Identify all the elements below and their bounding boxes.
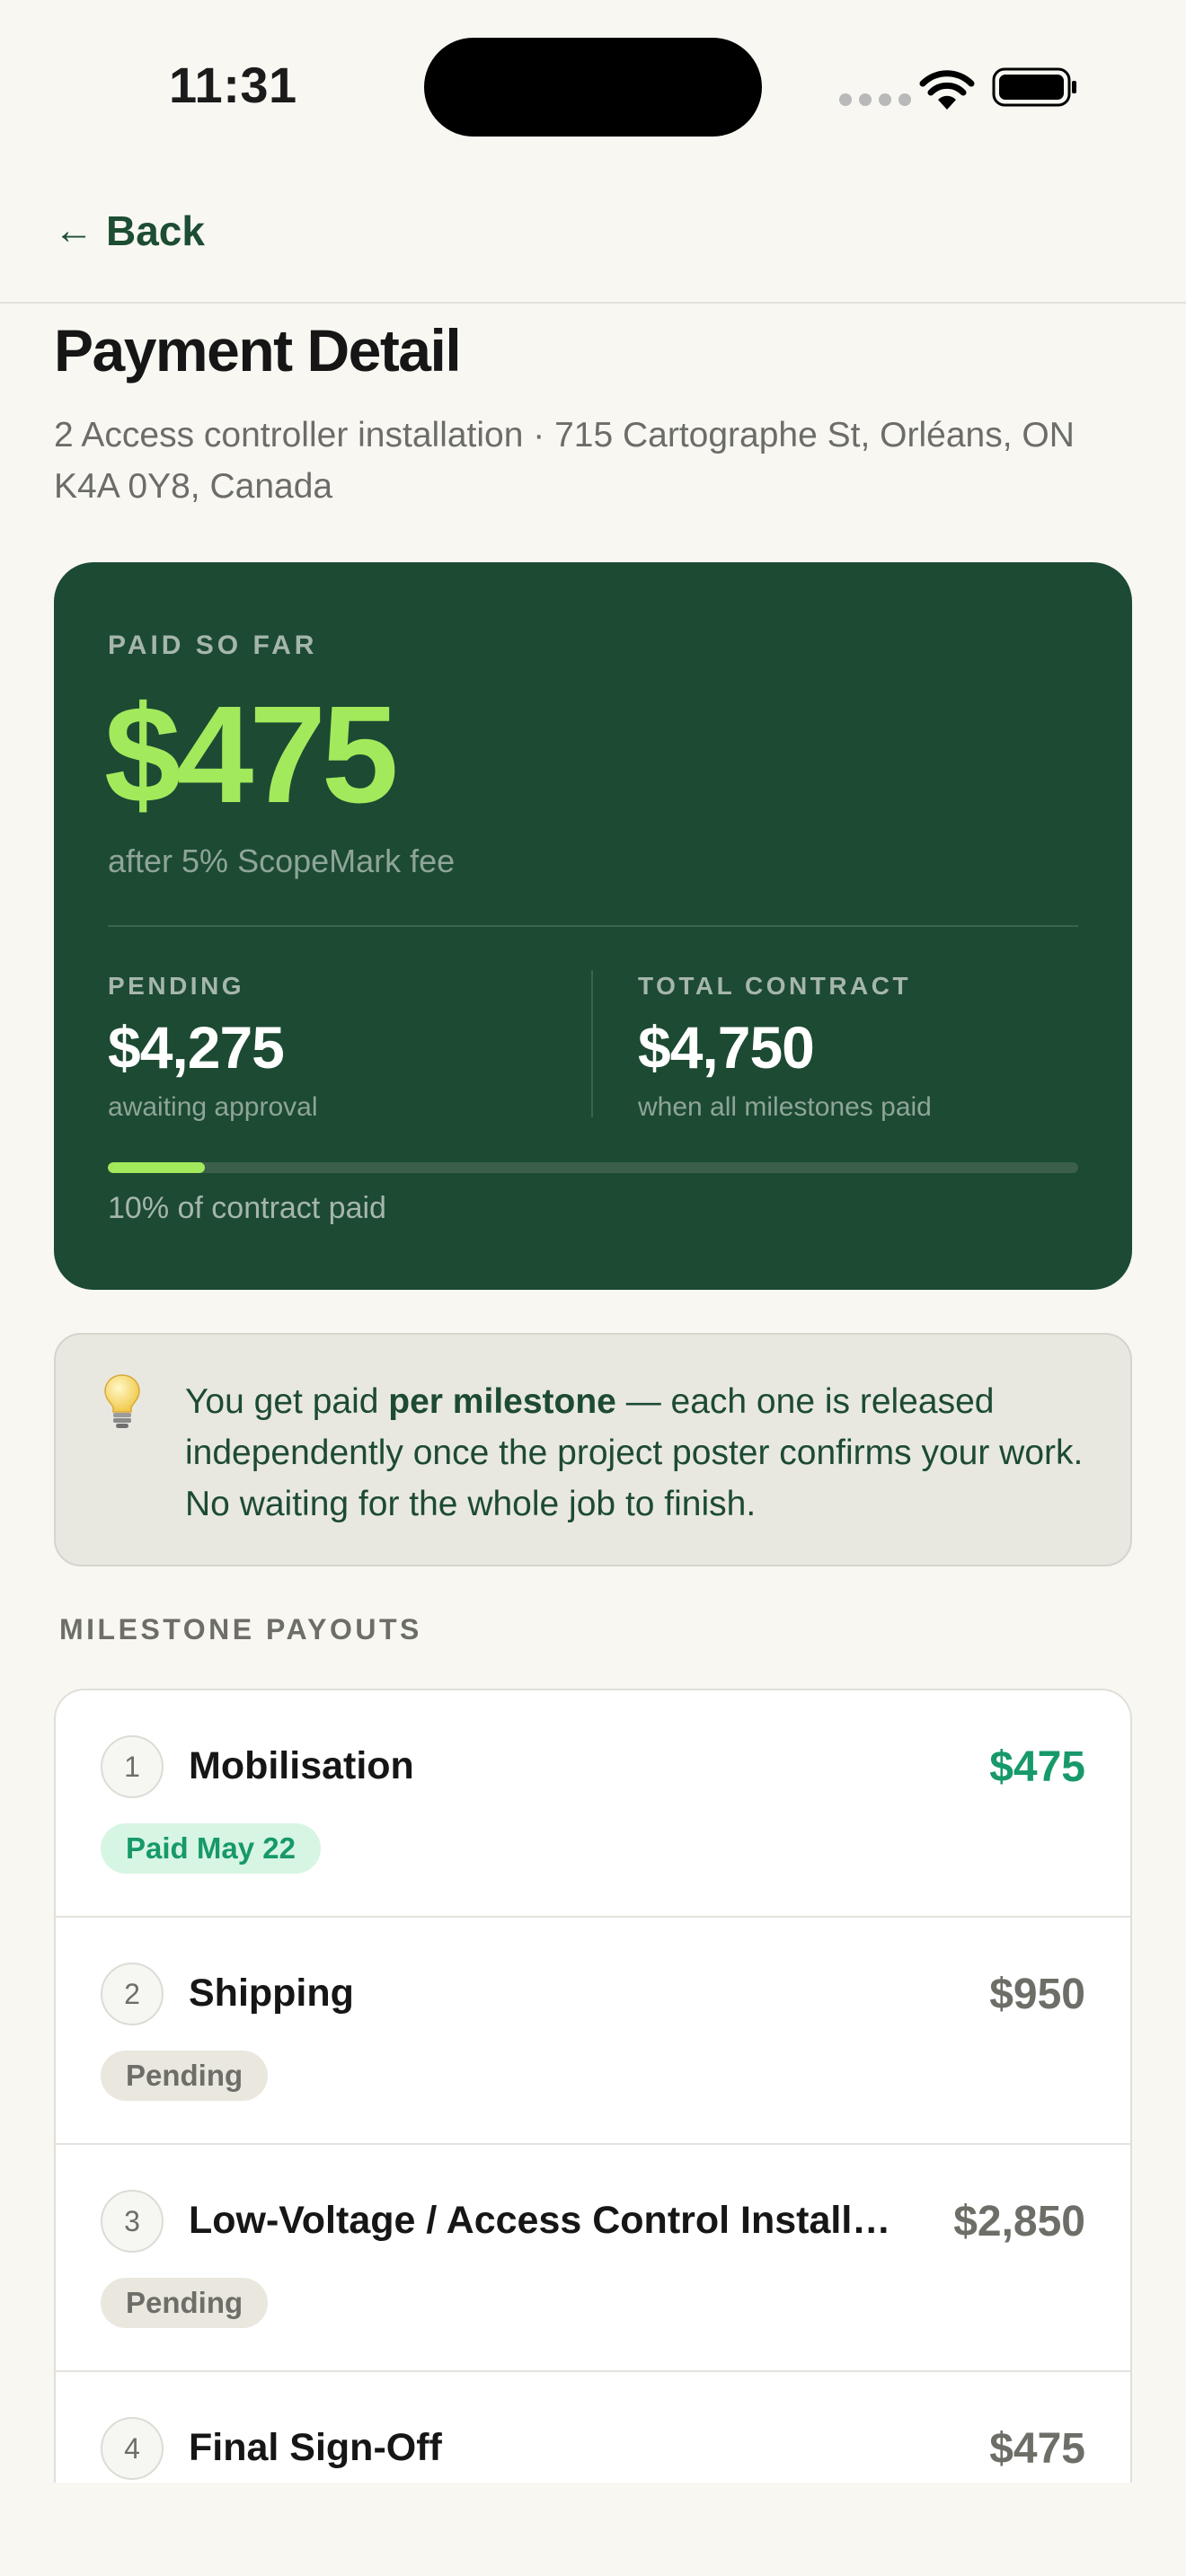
milestone-info-text: You get paid per milestone — each one is… bbox=[185, 1376, 1093, 1530]
wifi-icon bbox=[919, 70, 975, 110]
total-contract-label: TOTAL CONTRACT bbox=[638, 972, 912, 1000]
milestone-number: 4 bbox=[101, 2417, 164, 2480]
payment-detail-screen: 11:31 ← Back Payment Detail 2 Access con… bbox=[0, 0, 1186, 2576]
milestone-amount: $2,850 bbox=[953, 2198, 1085, 2245]
back-button[interactable]: ← Back bbox=[54, 207, 205, 255]
status-badge: Pending bbox=[101, 2051, 269, 2101]
total-contract-value: $4,750 bbox=[638, 1014, 815, 1081]
status-bar: 11:31 bbox=[0, 0, 1186, 171]
milestone-number: 3 bbox=[101, 2190, 164, 2253]
milestone-amount: $475 bbox=[989, 1743, 1085, 1791]
contract-progress-fill bbox=[108, 1162, 205, 1173]
project-subtitle: 2 Access controller installation · 715 C… bbox=[54, 416, 1075, 506]
contract-progress-bar bbox=[108, 1162, 1078, 1173]
milestone-row[interactable]: 3 Low-Voltage / Access Control Installat… bbox=[56, 2145, 1130, 2372]
milestone-info-box: You get paid per milestone — each one is… bbox=[54, 1333, 1132, 1566]
status-time: 11:31 bbox=[169, 57, 297, 113]
nav-divider bbox=[0, 302, 1186, 304]
info-text-emphasis: per milestone bbox=[388, 1382, 616, 1421]
milestone-amount: $475 bbox=[989, 2425, 1085, 2473]
back-arrow-icon: ← bbox=[54, 208, 93, 252]
payment-summary-card: PAID SO FAR $475 after 5% ScopeMark fee … bbox=[54, 562, 1132, 1290]
pending-label: PENDING bbox=[108, 972, 245, 1000]
milestone-payouts-heading: MILESTONE PAYOUTS bbox=[59, 1613, 422, 1645]
total-contract-caption: when all milestones paid bbox=[638, 1092, 932, 1122]
battery-icon bbox=[992, 67, 1076, 107]
back-label: Back bbox=[106, 207, 205, 254]
pending-value: $4,275 bbox=[108, 1014, 285, 1081]
milestone-number: 2 bbox=[101, 1963, 164, 2025]
cellular-signal-icon bbox=[839, 93, 911, 106]
pending-stat: PENDING $4,275 awaiting approval bbox=[108, 972, 317, 1123]
paid-so-far-amount: $475 bbox=[104, 677, 399, 832]
milestone-name: Shipping bbox=[189, 1972, 354, 2015]
status-badge: Pending bbox=[101, 2278, 269, 2328]
total-contract-stat: TOTAL CONTRACT $4,750 when all milestone… bbox=[638, 972, 932, 1123]
paid-so-far-label: PAID SO FAR bbox=[108, 631, 318, 660]
milestone-list: 1 Mobilisation $475 Paid May 22 2 Shippi… bbox=[54, 1689, 1132, 2483]
status-badge: Paid May 22 bbox=[101, 1823, 321, 1874]
milestone-name: Final Sign-Off bbox=[189, 2426, 442, 2469]
summary-divider bbox=[108, 925, 1078, 927]
progress-label: 10% of contract paid bbox=[108, 1191, 386, 1225]
milestone-row[interactable]: 1 Mobilisation $475 Paid May 22 bbox=[56, 1690, 1130, 1918]
milestone-amount: $950 bbox=[989, 1971, 1085, 2018]
milestone-name: Low-Voltage / Access Control Installatio… bbox=[189, 2199, 907, 2242]
fee-note: after 5% ScopeMark fee bbox=[108, 842, 456, 879]
info-text-start: You get paid bbox=[185, 1382, 389, 1421]
page-title: Payment Detail bbox=[54, 317, 462, 384]
pending-caption: awaiting approval bbox=[108, 1092, 318, 1122]
milestone-name: Mobilisation bbox=[189, 1744, 414, 1787]
summary-vertical-divider bbox=[591, 970, 593, 1117]
milestone-number: 1 bbox=[101, 1735, 164, 1798]
lightbulb-icon bbox=[104, 1374, 140, 1428]
dynamic-island bbox=[424, 38, 762, 137]
milestone-row[interactable]: 2 Shipping $950 Pending bbox=[56, 1918, 1130, 2145]
milestone-row[interactable]: 4 Final Sign-Off $475 bbox=[56, 2372, 1130, 2483]
